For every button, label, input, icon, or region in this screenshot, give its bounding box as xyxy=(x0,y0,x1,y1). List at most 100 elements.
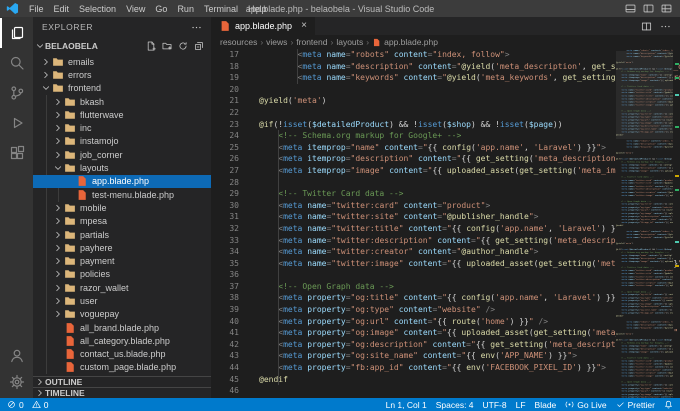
close-tab-icon[interactable]: × xyxy=(301,21,307,31)
menu-file[interactable]: File xyxy=(24,0,49,17)
tree-item-all-brand-blade-php[interactable]: all_brand.blade.php xyxy=(33,321,211,334)
code-line: <meta property="fb:app_id" content="{{ e… xyxy=(616,311,673,314)
activity-extensions[interactable] xyxy=(0,138,33,168)
sidebar-title-row: EXPLORER xyxy=(33,17,211,37)
tree-item-label: bkash xyxy=(80,97,104,107)
more-actions-icon[interactable] xyxy=(660,21,671,32)
status-go-live[interactable]: Go Live xyxy=(565,400,606,410)
status-cursor-position[interactable]: Ln 1, Col 1 xyxy=(386,400,427,410)
views-and-more-actions-icon[interactable] xyxy=(191,22,202,33)
panel-outline[interactable]: OUTLINE xyxy=(33,376,211,387)
line-number: 23 xyxy=(211,119,239,131)
tree-item-frontend[interactable]: frontend xyxy=(33,82,211,95)
tab-app-blade-php[interactable]: app.blade.php × xyxy=(211,17,315,35)
status-notifications[interactable] xyxy=(664,400,673,409)
status-eol[interactable]: LF xyxy=(516,400,526,410)
window-title: app.blade.php - belaobela - Visual Studi… xyxy=(246,4,434,14)
tree-item-app-blade-php[interactable]: app.blade.php xyxy=(33,175,211,188)
blade-file-icon xyxy=(219,21,231,32)
tree-item-voguepay[interactable]: voguepay xyxy=(33,308,211,321)
code-line: <meta name="twitter:image" content="{{ u… xyxy=(616,375,673,378)
breadcrumb-frontend[interactable]: frontend xyxy=(296,37,327,47)
activity-explorer[interactable] xyxy=(0,18,33,48)
activity-manage[interactable] xyxy=(0,369,33,395)
toggle-secondary-sidebar-icon[interactable] xyxy=(643,3,654,14)
split-editor-icon[interactable] xyxy=(641,21,652,32)
status-indentation[interactable]: Spaces: 4 xyxy=(436,400,474,410)
refresh-explorer-icon[interactable] xyxy=(178,41,188,51)
tree-item-razor-wallet[interactable]: razor_wallet xyxy=(33,281,211,294)
status-language-mode[interactable]: Blade xyxy=(535,400,557,410)
customize-layout-icon[interactable] xyxy=(661,3,672,14)
breadcrumb-layouts[interactable]: layouts xyxy=(336,37,363,47)
chevron-right-icon xyxy=(53,123,63,133)
new-folder-icon[interactable] xyxy=(162,41,172,51)
status-encoding[interactable]: UTF-8 xyxy=(483,400,507,410)
menu-view[interactable]: View xyxy=(121,0,150,17)
indent-guide xyxy=(278,130,279,385)
status-eol-label: LF xyxy=(516,400,526,410)
tree-item-all-category-blade-php[interactable]: all_category.blade.php xyxy=(33,334,211,347)
menu-selection[interactable]: Selection xyxy=(74,0,121,17)
line-number: 42 xyxy=(211,339,239,351)
code-line: <meta itemprop="image" content="{{ uploa… xyxy=(616,170,673,173)
tree-item-inc[interactable]: inc xyxy=(33,121,211,134)
menu-edit[interactable]: Edit xyxy=(49,0,75,17)
tree-item-payhere[interactable]: payhere xyxy=(33,241,211,254)
tab-label: app.blade.php xyxy=(235,21,292,31)
status-prettier[interactable]: Prettier xyxy=(616,400,655,410)
chevron-right-icon xyxy=(53,150,63,160)
breadcrumb-views[interactable]: views xyxy=(266,37,287,47)
menu-terminal[interactable]: Terminal xyxy=(199,0,243,17)
folder-icon xyxy=(64,96,76,107)
run-debug-icon xyxy=(9,115,25,131)
tree-item-instamojo[interactable]: instamojo xyxy=(33,135,211,148)
tree-item-layouts[interactable]: layouts xyxy=(33,161,211,174)
tree-item-flutterwave[interactable]: flutterwave xyxy=(33,108,211,121)
line-number: 37 xyxy=(211,281,239,293)
activity-accounts[interactable] xyxy=(0,343,33,369)
source-control-icon xyxy=(9,85,25,101)
line-number: 32 xyxy=(211,223,239,235)
breadcrumb-app-blade-php[interactable]: app.blade.php xyxy=(372,37,438,47)
menu-run[interactable]: Run xyxy=(172,0,199,17)
tree-item-mpesa[interactable]: mpesa xyxy=(33,215,211,228)
chevron-spacer xyxy=(53,349,63,359)
toggle-panel-icon[interactable] xyxy=(625,3,636,14)
minimap[interactable]: <meta name="robots" content="index, foll… xyxy=(616,49,673,398)
tree-item-emails[interactable]: emails xyxy=(33,55,211,68)
tree-item-test-menu-blade-php[interactable]: test-menu.blade.php xyxy=(33,188,211,201)
code-line: <meta property="og:description" content=… xyxy=(616,396,673,398)
panel-timeline[interactable]: TIMELINE xyxy=(33,387,211,398)
activity-run-and-debug[interactable] xyxy=(0,108,33,138)
activity-search[interactable] xyxy=(0,48,33,78)
tree-item-custom-page-blade-php[interactable]: custom_page.blade.php xyxy=(33,361,211,374)
tree-item-contact-us-blade-php[interactable]: contact_us.blade.php xyxy=(33,348,211,361)
status-errors[interactable]: 0 xyxy=(7,400,24,410)
menu-go[interactable]: Go xyxy=(150,0,172,17)
breadcrumb-label: frontend xyxy=(296,37,327,47)
menu-bar: FileEditSelectionViewGoRunTerminalHelp xyxy=(24,0,271,17)
tree-item-mobile[interactable]: mobile xyxy=(33,201,211,214)
minimap-slider[interactable] xyxy=(616,51,673,139)
code-editor[interactable]: 1718192021222324252627282930313233343536… xyxy=(211,49,680,398)
tree-item-job-corner[interactable]: job_corner xyxy=(33,148,211,161)
line-number: 25 xyxy=(211,142,239,154)
breadcrumb-resources[interactable]: resources xyxy=(220,37,257,47)
line-number: 24 xyxy=(211,130,239,142)
tree-item-label: frontend xyxy=(68,83,101,93)
status-warnings[interactable]: 0 xyxy=(32,400,49,410)
tree-item-payment[interactable]: payment xyxy=(33,254,211,267)
workspace-section-header[interactable]: BELAOBELA xyxy=(33,37,211,55)
tree-item-bkash[interactable]: bkash xyxy=(33,95,211,108)
tree-item-partials[interactable]: partials xyxy=(33,228,211,241)
tree-item-policies[interactable]: policies xyxy=(33,268,211,281)
activity-source-control[interactable] xyxy=(0,78,33,108)
tree-item-label: custom_page.blade.php xyxy=(80,362,176,372)
new-file-icon[interactable] xyxy=(146,41,156,51)
sidebar-title: EXPLORER xyxy=(42,22,93,32)
collapse-folders-icon[interactable] xyxy=(194,41,204,51)
tree-item-user[interactable]: user xyxy=(33,294,211,307)
breadcrumb-label: views xyxy=(266,37,287,47)
tree-item-errors[interactable]: errors xyxy=(33,68,211,81)
